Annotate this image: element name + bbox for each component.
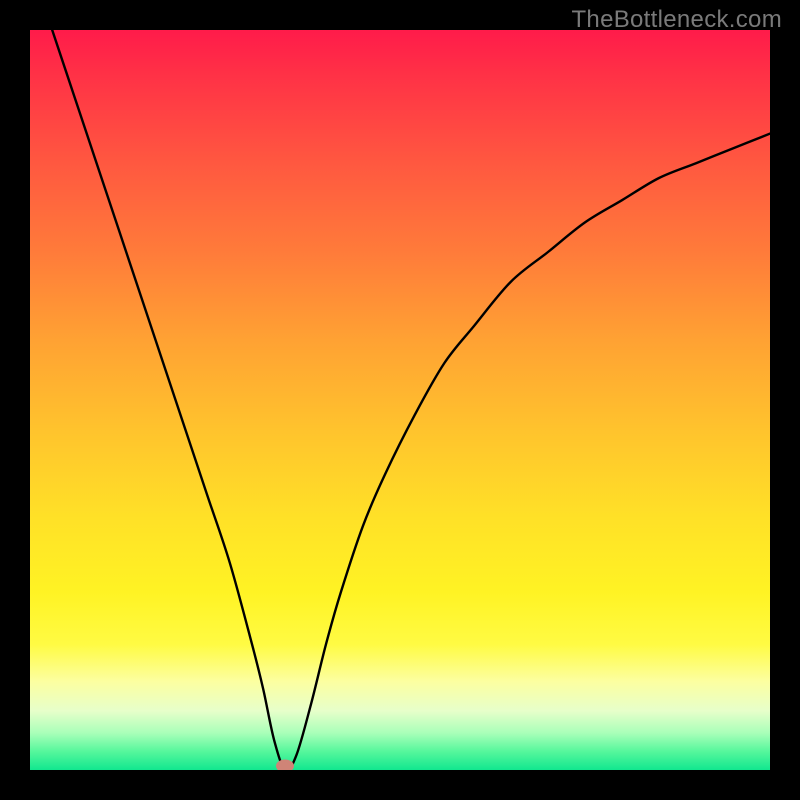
optimal-point-marker (276, 760, 294, 770)
chart-frame: TheBottleneck.com (0, 0, 800, 800)
plot-area (30, 30, 770, 770)
bottleneck-curve (30, 30, 770, 770)
watermark-text: TheBottleneck.com (571, 6, 782, 34)
